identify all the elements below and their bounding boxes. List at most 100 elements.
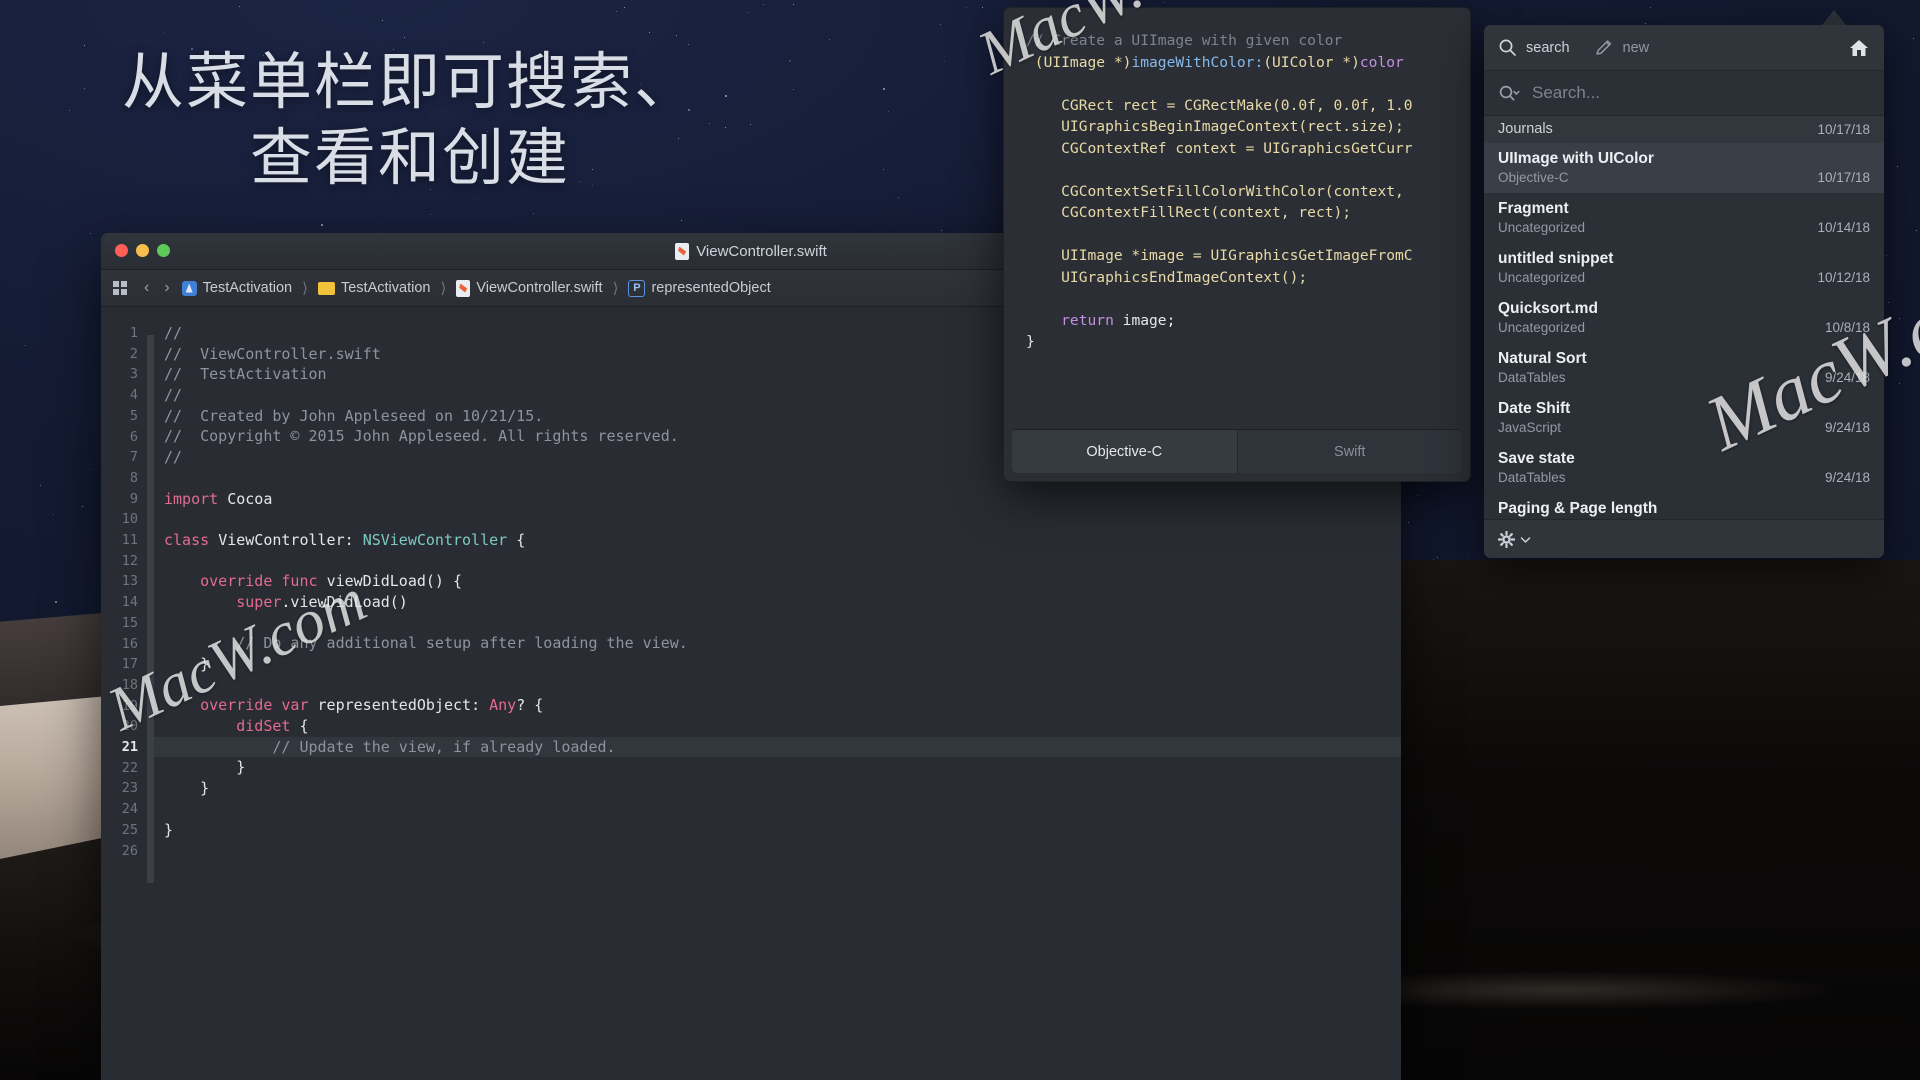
grid-icon[interactable]	[113, 281, 127, 295]
code-token: override func	[164, 572, 327, 591]
snippet-category: JavaScript	[1498, 420, 1562, 435]
line-number: 24	[121, 801, 138, 818]
popup-code-line	[1026, 159, 1470, 181]
code-token: {	[507, 530, 526, 549]
code-token: //	[164, 448, 183, 467]
line-number: 1	[129, 325, 138, 341]
popup-code-token: UIImage *image = UIGraphicsGetImageFromC	[1026, 247, 1413, 264]
line-number: 8	[129, 469, 138, 486]
snippet-manager-panel: search new Journals10/17/18UIImage with …	[1484, 25, 1884, 558]
headline-line-1: 从菜单栏即可搜索、	[121, 45, 698, 118]
code-token: // TestActivation	[164, 365, 327, 384]
snippet-category: DataTables	[1498, 370, 1566, 385]
chevron-left-icon[interactable]: ‹	[141, 279, 152, 297]
search-input[interactable]	[1530, 82, 1870, 104]
code-token: // Update the view, if already loaded.	[164, 737, 616, 756]
tab-objective-c[interactable]: Objective-C	[1012, 430, 1237, 473]
popup-code-token: image;	[1122, 311, 1176, 329]
chevron-down-icon[interactable]	[1519, 533, 1532, 546]
home-icon	[1850, 39, 1868, 56]
code-line: }	[164, 654, 1401, 675]
code-token: :	[344, 530, 363, 549]
breadcrumb-item-symbol[interactable]: P representedObject	[628, 279, 771, 297]
swift-file-icon	[675, 242, 690, 260]
snippet-category: Objective-C	[1498, 170, 1569, 185]
search-button[interactable]: search	[1498, 38, 1570, 57]
snippet-group-header[interactable]: Journals 10/17/18	[1484, 116, 1884, 143]
popup-code-line: CGContextRef context = UIGraphicsGetCurr	[1026, 138, 1470, 160]
breadcrumb-label: representedObject	[651, 280, 771, 296]
line-number: 7	[129, 449, 138, 466]
line-number: 26	[121, 842, 138, 859]
new-snippet-label: new	[1622, 39, 1650, 56]
snippet-date: 10/14/18	[1817, 220, 1870, 235]
code-token: super	[164, 592, 282, 611]
home-button[interactable]	[1848, 38, 1870, 58]
popup-code-line: UIGraphicsEndImageContext();	[1026, 267, 1470, 289]
code-line: // Do any additional setup after loading…	[164, 633, 1401, 654]
breadcrumb-item-folder[interactable]: TestActivation	[317, 280, 430, 296]
list-item[interactable]: untitled snippet Uncategorized 10/12/18	[1484, 243, 1884, 293]
snippet-code-preview[interactable]: // Create a UIImage with given color (UI…	[1004, 8, 1470, 429]
code-token: ? {	[516, 696, 544, 715]
window-title-label: ViewController.swift	[696, 242, 827, 260]
magnifier-dropdown-icon[interactable]	[1498, 84, 1520, 103]
code-token: Any	[489, 696, 517, 715]
popup-code-line: }	[1026, 331, 1470, 353]
code-token: representedObject	[317, 696, 472, 715]
list-item[interactable]: UIImage with UIColor Objective-C 10/17/18	[1484, 143, 1884, 193]
group-title: Journals	[1498, 121, 1553, 137]
gear-icon[interactable]	[1498, 530, 1515, 548]
list-item[interactable]: Natural Sort DataTables 9/24/18	[1484, 343, 1884, 393]
line-number: 5	[129, 407, 138, 424]
popup-code-line: CGContextFillRect(context, rect);	[1026, 202, 1470, 224]
panel-footer	[1484, 519, 1884, 558]
code-token: {	[299, 717, 309, 736]
breadcrumb-item-project[interactable]: TestActivation	[181, 280, 293, 296]
snippet-title: Save state	[1498, 450, 1575, 467]
snippet-language-tabs[interactable]: Objective-C Swift	[1012, 429, 1462, 473]
snippet-category: DataTables	[1498, 470, 1566, 485]
snippet-date: 9/24/18	[1824, 370, 1870, 385]
popup-code-line: CGRect rect = CGRectMake(0.0f, 0.0f, 1.0	[1026, 95, 1470, 117]
line-number: 11	[121, 532, 138, 549]
new-snippet-button[interactable]: new	[1594, 38, 1650, 57]
code-line: }	[164, 778, 1401, 799]
snippet-list[interactable]: Journals 10/17/18 UIImage with UIColor Obje…	[1484, 116, 1884, 519]
code-line: import Cocoa	[164, 489, 1401, 510]
line-number: 14	[121, 594, 138, 611]
popup-code-line: CGContextSetFillColorWithColor(context,	[1026, 181, 1470, 203]
popup-code-line	[1026, 224, 1470, 246]
magnifier-icon	[1499, 39, 1516, 56]
list-item[interactable]: Save state DataTables 9/24/18	[1484, 443, 1884, 493]
tab-swift[interactable]: Swift	[1236, 430, 1462, 473]
code-token: }	[164, 655, 210, 673]
code-token: import	[164, 489, 228, 508]
code-token: () {	[425, 572, 463, 591]
popup-code-token: }	[1026, 333, 1035, 350]
breadcrumb-label: TestActivation	[202, 280, 293, 296]
list-item[interactable]: Date Shift JavaScript 9/24/18	[1484, 393, 1884, 443]
popup-code-token: CGRect rect = CGRectMake(0.0f, 0.0f, 1.0	[1026, 96, 1413, 114]
breadcrumb-item-file[interactable]: ViewController.swift	[456, 279, 603, 297]
chevron-right-icon[interactable]: ›	[161, 279, 172, 297]
popup-code-line	[1026, 73, 1470, 95]
code-token: }	[164, 758, 246, 777]
line-number: 6	[129, 428, 138, 445]
code-fold-ribbon[interactable]	[147, 323, 154, 1080]
code-line: didSet {	[164, 716, 1401, 737]
panel-search-bar[interactable]	[1484, 71, 1884, 116]
list-item[interactable]: Paging & Page lengthDataTables9/24/18	[1484, 493, 1884, 519]
snippet-preview-popup: // Create a UIImage with given color (UI…	[1003, 7, 1471, 482]
code-token: // Do any additional setup after loading…	[164, 634, 688, 653]
code-token: // ViewController.swift	[164, 344, 381, 363]
code-token: .viewDidLoad()	[281, 592, 408, 611]
code-line: override var representedObject: Any? {	[164, 695, 1401, 716]
popup-code-line: return image;	[1026, 310, 1470, 332]
snippet-date: 10/17/18	[1817, 170, 1870, 185]
list-item[interactable]: Quicksort.md Uncategorized 10/8/18	[1484, 293, 1884, 343]
list-item[interactable]: Fragment Uncategorized 10/14/18	[1484, 193, 1884, 243]
